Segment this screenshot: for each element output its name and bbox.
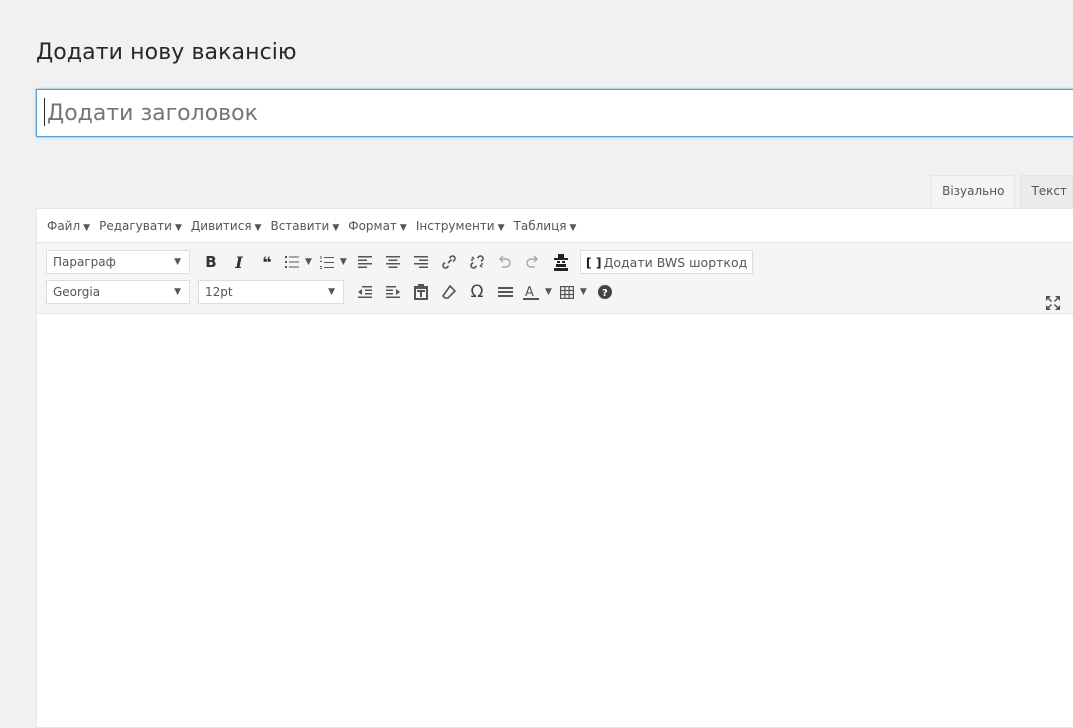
italic-icon: I bbox=[235, 252, 243, 272]
fullscreen-button[interactable] bbox=[1040, 290, 1066, 316]
bold-button[interactable]: B bbox=[198, 249, 224, 275]
shortcode-bracket-icon: [ ] bbox=[585, 254, 602, 270]
chevron-down-icon: ▼ bbox=[569, 222, 577, 233]
chevron-down-icon: ▼ bbox=[339, 257, 347, 267]
link-button[interactable] bbox=[436, 249, 462, 275]
menu-table[interactable]: Таблиця ▼ bbox=[514, 219, 577, 233]
align-center-button[interactable] bbox=[380, 249, 406, 275]
align-right-icon bbox=[413, 256, 428, 268]
spy-icon bbox=[553, 253, 568, 271]
bws-shortcode-button[interactable]: [ ] Додати BWS шорткод bbox=[579, 250, 754, 274]
toolbar-row-1: Параграф ▼ B I ❝ ▼ ▼ [] Додати BWS шорт… bbox=[37, 247, 1073, 277]
help-button[interactable]: ? bbox=[592, 279, 618, 305]
table-button[interactable]: ▼ bbox=[557, 279, 590, 305]
chevron-down-icon: ▼ bbox=[332, 222, 340, 233]
bold-icon: B bbox=[205, 253, 217, 271]
quote-icon: ❝ bbox=[262, 252, 272, 272]
italic-button[interactable]: I bbox=[226, 249, 252, 275]
fullscreen-icon bbox=[1046, 296, 1060, 310]
chevron-down-icon: ▼ bbox=[497, 222, 505, 233]
paste-text-icon bbox=[414, 284, 428, 300]
menu-edit[interactable]: Редагувати ▼ bbox=[99, 219, 182, 233]
align-right-button[interactable] bbox=[408, 249, 434, 275]
menu-insert[interactable]: Вставити ▼ bbox=[270, 219, 339, 233]
chevron-down-icon: ▼ bbox=[83, 222, 91, 233]
svg-text:A: A bbox=[525, 285, 534, 300]
chevron-down-icon: ▼ bbox=[174, 222, 182, 233]
undo-button[interactable] bbox=[492, 249, 518, 275]
svg-text:?: ? bbox=[602, 288, 608, 299]
editor-content-area[interactable] bbox=[37, 314, 1073, 696]
text-color-button[interactable]: A ▼ bbox=[520, 279, 555, 305]
font-size-select[interactable]: 12pt ▼ bbox=[198, 280, 344, 304]
align-left-button[interactable] bbox=[352, 249, 378, 275]
indent-button[interactable] bbox=[380, 279, 406, 305]
editor-menubar: Файл ▼ Редагувати ▼ Дивитися ▼ Вставити ▼ Фо… bbox=[37, 209, 1073, 243]
chevron-down-icon: ▼ bbox=[254, 222, 262, 233]
menu-file[interactable]: Файл ▼ bbox=[47, 219, 90, 233]
blockquote-button[interactable]: ❝ bbox=[254, 249, 280, 275]
numbered-list-icon bbox=[319, 255, 334, 269]
font-size-value: 12pt bbox=[205, 285, 233, 299]
chevron-down-icon: ▼ bbox=[305, 257, 312, 267]
toolbar-row-2: Georgia ▼ 12pt ▼ Ω A ▼ ▼ ? bbox=[37, 277, 1073, 307]
menu-tools[interactable]: Інструменти ▼ bbox=[416, 219, 505, 233]
editor-mode-tabs: Візуально Текст bbox=[931, 175, 1073, 208]
redo-button[interactable] bbox=[520, 249, 546, 275]
chevron-down-icon: ▼ bbox=[399, 222, 407, 233]
help-icon: ? bbox=[597, 285, 612, 299]
redo-icon bbox=[526, 255, 539, 268]
bullet-list-button[interactable]: ▼ bbox=[282, 249, 315, 275]
chevron-down-icon: ▼ bbox=[174, 287, 181, 297]
eraser-icon bbox=[442, 285, 456, 299]
chevron-down-icon: ▼ bbox=[174, 257, 181, 267]
align-left-icon bbox=[357, 256, 372, 268]
title-input[interactable] bbox=[36, 89, 1073, 137]
editor-toolbars: Параграф ▼ B I ❝ ▼ ▼ [] Додати BWS шорт… bbox=[37, 243, 1073, 314]
align-center-icon bbox=[385, 256, 400, 268]
omega-icon: Ω bbox=[470, 282, 484, 302]
text-caret bbox=[44, 98, 45, 126]
unlink-icon bbox=[470, 255, 484, 269]
unlink-button[interactable] bbox=[464, 249, 490, 275]
numbered-list-button[interactable]: ▼ bbox=[317, 249, 350, 275]
clear-formatting-button[interactable] bbox=[436, 279, 462, 305]
outdent-button[interactable] bbox=[352, 279, 378, 305]
tab-visual[interactable]: Візуально bbox=[931, 175, 1016, 208]
text-color-icon: A bbox=[523, 285, 539, 300]
bws-shortcode-label: Додати BWS шорткод bbox=[603, 254, 748, 270]
menu-view[interactable]: Дивитися ▼ bbox=[191, 219, 262, 233]
indent-icon bbox=[386, 286, 400, 298]
spy-button[interactable] bbox=[548, 249, 574, 275]
paste-text-button[interactable] bbox=[408, 279, 434, 305]
menu-format[interactable]: Формат ▼ bbox=[348, 219, 407, 233]
horizontal-line-button[interactable] bbox=[492, 279, 518, 305]
format-select[interactable]: Параграф ▼ bbox=[46, 250, 190, 274]
chevron-down-icon: ▼ bbox=[545, 287, 552, 297]
hr-icon bbox=[497, 287, 513, 297]
undo-icon bbox=[499, 255, 512, 268]
bullet-list-icon bbox=[285, 256, 299, 268]
outdent-icon bbox=[358, 286, 372, 298]
format-select-value: Параграф bbox=[53, 255, 116, 269]
chevron-down-icon: ▼ bbox=[579, 287, 587, 297]
link-icon bbox=[442, 255, 456, 269]
font-family-select[interactable]: Georgia ▼ bbox=[46, 280, 190, 304]
chevron-down-icon: ▼ bbox=[328, 287, 335, 297]
tab-text[interactable]: Текст bbox=[1020, 175, 1073, 208]
font-family-value: Georgia bbox=[53, 285, 101, 299]
content-editor: Файл ▼ Редагувати ▼ Дивитися ▼ Вставити ▼ Фо… bbox=[36, 208, 1073, 728]
page-title: Додати нову вакансію bbox=[36, 40, 297, 65]
table-icon bbox=[559, 285, 574, 299]
special-character-button[interactable]: Ω bbox=[464, 279, 490, 305]
